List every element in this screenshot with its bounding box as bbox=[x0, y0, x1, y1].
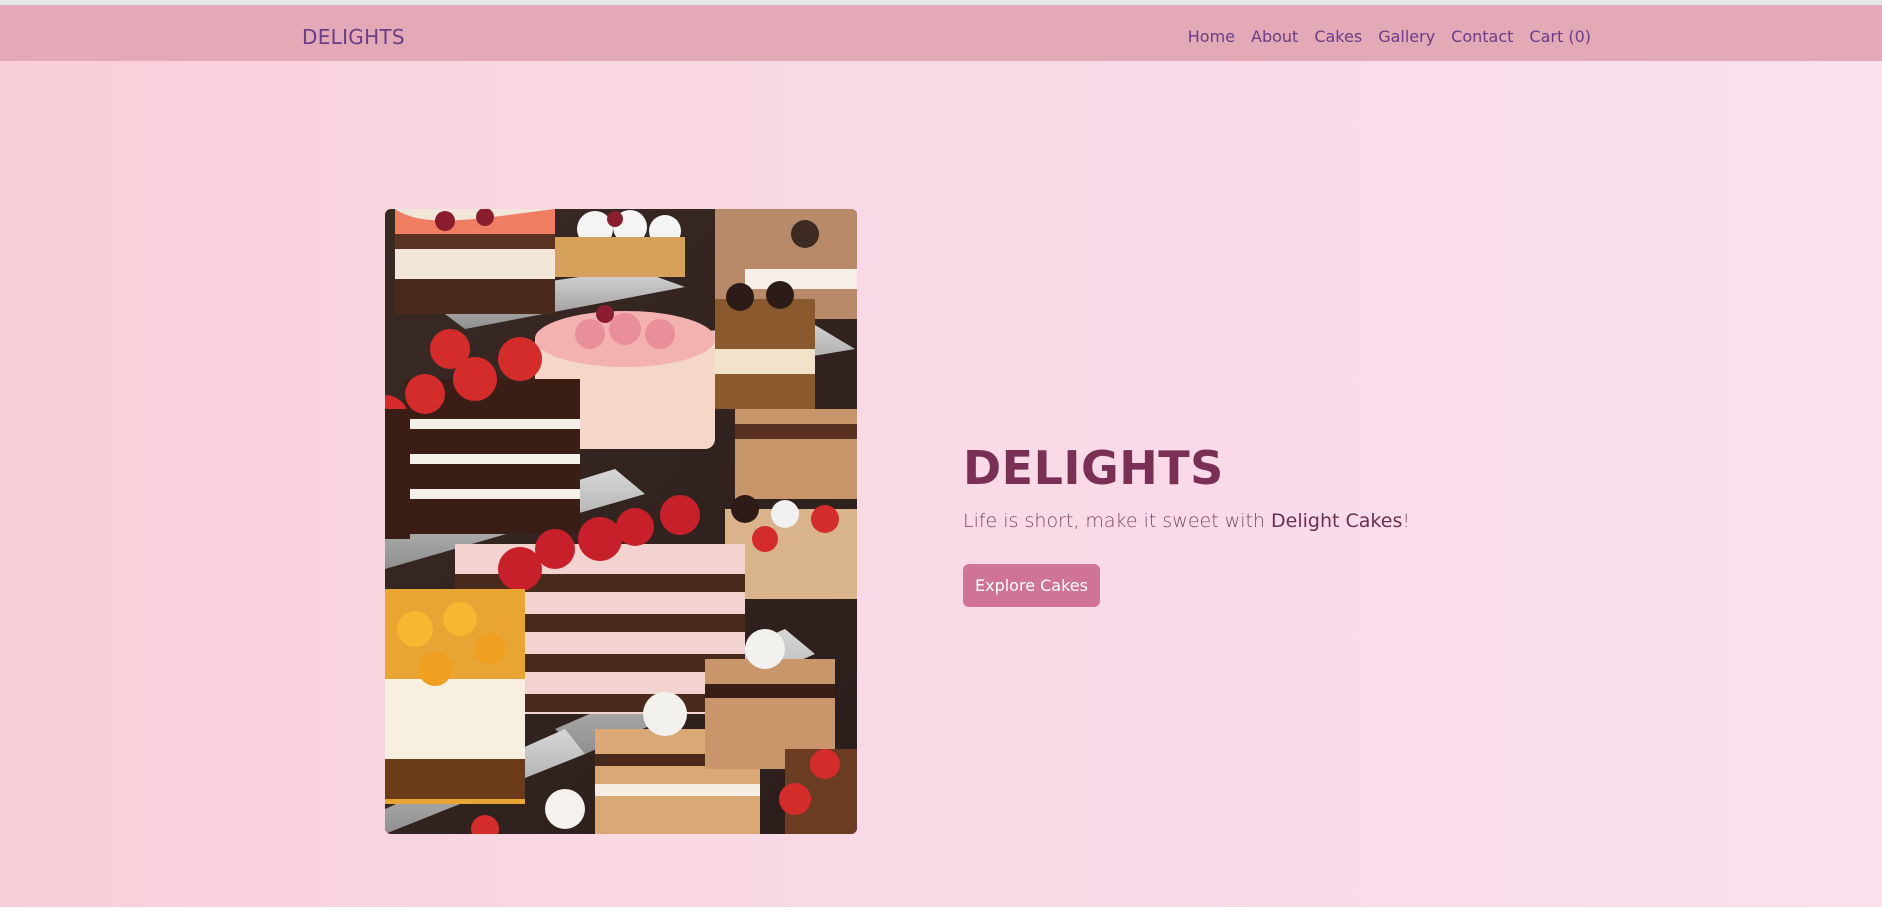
nav-link-home[interactable]: Home bbox=[1188, 27, 1235, 46]
nav-link-gallery[interactable]: Gallery bbox=[1378, 27, 1435, 46]
hero-section bbox=[0, 61, 1882, 909]
nav-link-cart[interactable]: Cart (0) bbox=[1529, 27, 1591, 46]
explore-cakes-button[interactable]: Explore Cakes bbox=[963, 564, 1100, 607]
nav-link-cakes[interactable]: Cakes bbox=[1314, 27, 1362, 46]
tagline-brand: Delight Cakes bbox=[1271, 510, 1403, 532]
hero-title: DELIGHTS bbox=[963, 441, 1224, 495]
tagline-prefix: Life is short, make it sweet with bbox=[963, 510, 1272, 532]
page: DELIGHTS Home About Cakes Gallery Contac… bbox=[0, 0, 1882, 909]
nav-link-contact[interactable]: Contact bbox=[1451, 27, 1513, 46]
tagline-suffix: ! bbox=[1402, 510, 1410, 532]
hero-tagline: Life is short, make it sweet with Deligh… bbox=[963, 508, 1563, 534]
nav-link-about[interactable]: About bbox=[1251, 27, 1298, 46]
nav-links: Home About Cakes Gallery Contact Cart (0… bbox=[1188, 27, 1591, 46]
brand-logo[interactable]: DELIGHTS bbox=[302, 25, 405, 49]
hero-cake-image bbox=[385, 209, 857, 834]
navbar: DELIGHTS Home About Cakes Gallery Contac… bbox=[0, 5, 1882, 61]
hero-text-block: DELIGHTS Life is short, make it sweet wi… bbox=[963, 440, 1563, 534]
